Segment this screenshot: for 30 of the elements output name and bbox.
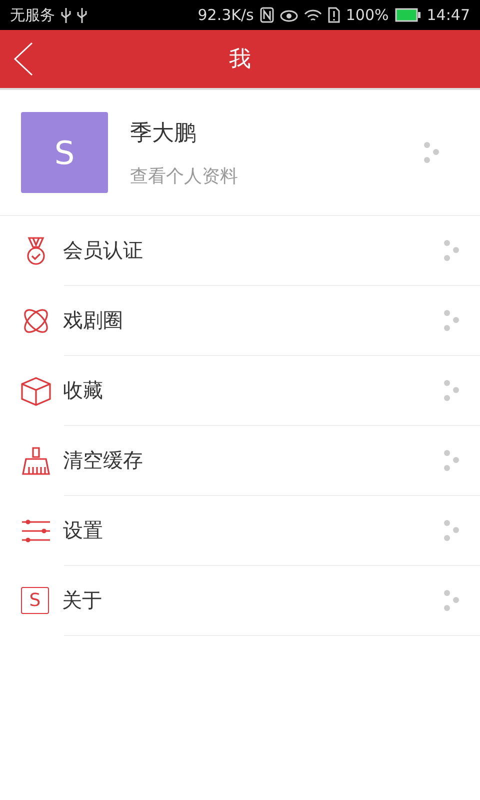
more-icon[interactable] (444, 590, 460, 612)
back-icon[interactable] (12, 42, 34, 76)
more-icon[interactable] (444, 520, 460, 542)
menu-item[interactable]: 清空缓存 (63, 447, 444, 474)
user-name: 季大鹏 (130, 120, 197, 148)
battery-icon (394, 8, 421, 22)
menu-item[interactable]: 会员认证 (63, 237, 444, 264)
clock-time: 14:47 (426, 6, 470, 24)
more-icon[interactable] (444, 310, 460, 332)
letter-icon: S (21, 587, 49, 614)
broom-icon (20, 444, 52, 476)
wifi-icon (304, 8, 322, 22)
more-icon[interactable] (444, 450, 460, 472)
nfc-icon (260, 7, 274, 23)
box-icon (20, 374, 52, 406)
more-icon[interactable] (444, 240, 460, 262)
menu-item[interactable]: 设置 (63, 517, 444, 544)
usb-icon (61, 7, 71, 23)
carrier-text: 无服务 (10, 6, 55, 24)
more-icon[interactable] (424, 142, 440, 164)
menu-item[interactable]: 戏剧圈 (63, 307, 444, 334)
sim-alert-icon (328, 7, 340, 23)
menu-item[interactable]: 收藏 (63, 377, 444, 404)
more-icon[interactable] (444, 380, 460, 402)
usb-icon (77, 7, 87, 23)
network-speed: 92.3K/s (198, 6, 254, 24)
menu-item[interactable]: 关于 (62, 587, 444, 614)
battery-percent: 100% (346, 6, 389, 24)
eye-icon (280, 8, 298, 22)
page-title: 我 (229, 46, 251, 74)
